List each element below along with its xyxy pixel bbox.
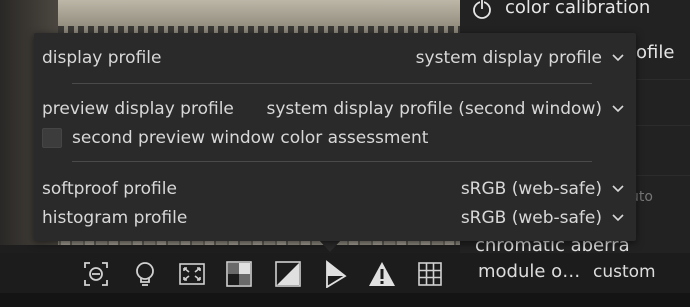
second-preview-assessment-label: second preview window color assessment xyxy=(72,128,429,148)
display-profile-label: display profile xyxy=(42,48,162,68)
bottom-strip xyxy=(0,293,690,307)
chevron-down-icon[interactable] xyxy=(612,105,624,113)
preview-display-profile-value[interactable]: system display profile (second window) xyxy=(266,99,602,119)
display-profile-row[interactable]: display profile system display profile xyxy=(42,45,624,71)
chevron-down-icon[interactable] xyxy=(612,185,624,193)
divider xyxy=(72,161,592,162)
second-preview-assessment-row[interactable]: second preview window color assessment xyxy=(42,125,624,151)
module-order-value[interactable]: custom xyxy=(593,262,656,282)
display-profile-value[interactable]: system display profile xyxy=(416,48,602,68)
softproof-profile-row[interactable]: softproof profile sRGB (web-safe) xyxy=(42,176,624,202)
histogram-profile-value[interactable]: sRGB (web-safe) xyxy=(461,208,602,228)
softproof-profile-label: softproof profile xyxy=(42,179,177,199)
power-icon[interactable] xyxy=(471,0,493,20)
histogram-profile-row[interactable]: histogram profile sRGB (web-safe) xyxy=(42,205,624,231)
focus-peaking-icon[interactable] xyxy=(81,259,111,289)
chevron-down-icon[interactable] xyxy=(612,214,624,222)
gamut-check-icon[interactable] xyxy=(367,259,397,289)
guides-icon[interactable] xyxy=(415,259,445,289)
histogram-profile-label: histogram profile xyxy=(42,208,188,228)
divider xyxy=(72,83,592,84)
raw-overexposed-icon[interactable] xyxy=(224,259,254,289)
preview-display-profile-label: preview display profile xyxy=(42,99,234,119)
display-profile-popover: display profile system display profile p… xyxy=(34,33,636,241)
softproof-profile-value[interactable]: sRGB (web-safe) xyxy=(461,179,602,199)
second-preview-assessment-checkbox[interactable] xyxy=(42,128,62,148)
chevron-down-icon[interactable] xyxy=(612,54,624,62)
fullscreen-icon[interactable] xyxy=(177,259,207,289)
clipping-icon[interactable] xyxy=(273,259,303,289)
preview-display-profile-row[interactable]: preview display profile system display p… xyxy=(42,96,624,122)
bulb-icon[interactable] xyxy=(130,259,160,289)
module-order-label[interactable]: module o… xyxy=(478,261,580,282)
module-title[interactable]: color calibration xyxy=(505,0,650,18)
module-label-partial: ofile xyxy=(636,42,675,63)
softproof-icon[interactable] xyxy=(320,259,350,289)
